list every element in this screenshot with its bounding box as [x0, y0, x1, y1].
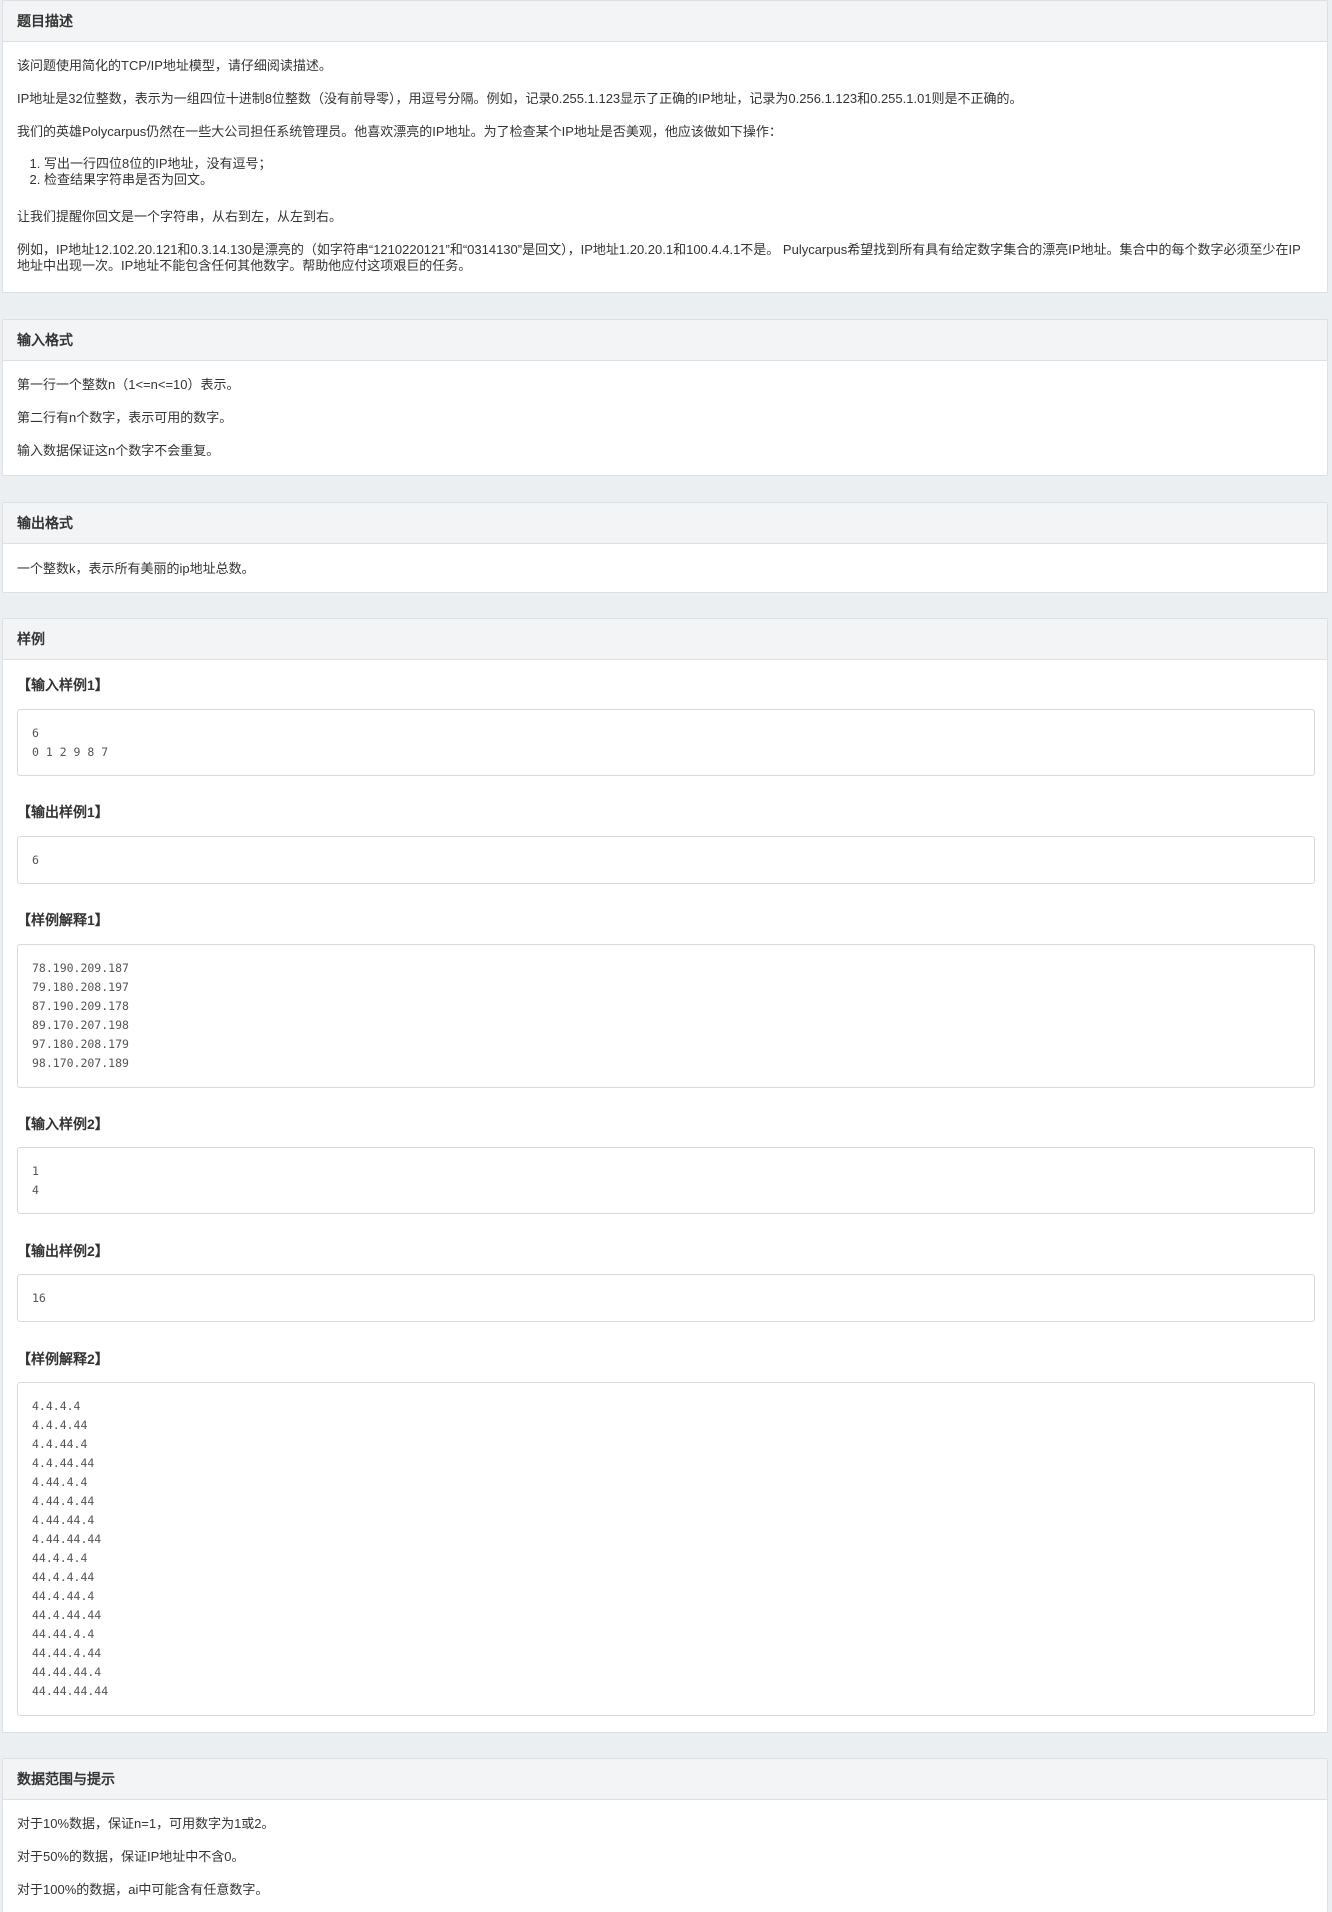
sample-output-1-title: 【输出样例1】 — [17, 804, 109, 820]
code-line: 6 — [32, 853, 39, 867]
code-line: 4.44.4.4 — [32, 1475, 88, 1489]
description-paragraph-5: 例如，IP地址12.102.20.121和0.3.14.130是漂亮的（如字符串… — [17, 242, 1301, 273]
code-line: 44.44.4.44 — [32, 1646, 102, 1660]
code-line: 4.4.4.4 — [32, 1399, 81, 1413]
sample-explain-2-title: 【样例解释2】 — [17, 1351, 109, 1367]
sample-output-2-title: 【输出样例2】 — [17, 1243, 109, 1259]
hints-panel: 数据范围与提示 对于10%数据，保证n=1，可用数字为1或2。 对于50%的数据… — [2, 1758, 1328, 1912]
code-line: 4.44.4.44 — [32, 1494, 95, 1508]
hint-line-2: 对于50%的数据，保证IP地址中不含0。 — [17, 1849, 245, 1864]
samples-panel: 样例 【输入样例1】 6 0 1 2 9 8 7 【输出样例1】 6 【样例解释… — [2, 618, 1328, 1733]
panel-heading-output-format: 输出格式 — [3, 503, 1327, 544]
steps-list: 写出一行四位8位的IP地址，没有逗号； 检查结果字符串是否为回文。 — [30, 156, 272, 188]
code-line: 79.180.208.197 — [32, 980, 129, 994]
description-paragraph-4: 让我们提醒你回文是一个字符串，从右到左，从左到右。 — [17, 209, 343, 224]
code-line: 16 — [32, 1291, 46, 1305]
code-line: 44.44.44.4 — [32, 1665, 102, 1679]
step-item: 检查结果字符串是否为回文。 — [44, 172, 272, 188]
output-format-panel: 输出格式 一个整数k，表示所有美丽的ip地址总数。 — [2, 502, 1328, 593]
description-paragraph-3: 我们的英雄Polycarpus仍然在一些大公司担任系统管理员。他喜欢漂亮的IP地… — [17, 124, 782, 139]
sample-explain-1-title: 【样例解释1】 — [17, 912, 109, 928]
code-line: 4.4.4.44 — [32, 1418, 88, 1432]
code-line: 44.44.44.44 — [32, 1684, 109, 1698]
code-line: 44.4.44.44 — [32, 1608, 102, 1622]
sample-input-1-title: 【输入样例1】 — [17, 677, 109, 693]
code-line: 89.170.207.198 — [32, 1018, 129, 1032]
output-format-text: 一个整数k，表示所有美丽的ip地址总数。 — [17, 561, 255, 576]
code-line: 44.4.44.4 — [32, 1589, 95, 1603]
input-format-panel: 输入格式 第一行一个整数n（1<=n<=10）表示。 第二行有n个数字，表示可用… — [2, 319, 1328, 476]
sample-explain-1-box: 78.190.209.187 79.180.208.197 87.190.209… — [17, 944, 1315, 1088]
code-line: 0 1 2 9 8 7 — [32, 745, 109, 759]
panel-heading-input-format: 输入格式 — [3, 320, 1327, 361]
code-line: 4 — [32, 1183, 39, 1197]
sample-output-2-box: 16 — [17, 1274, 1315, 1322]
step-item: 写出一行四位8位的IP地址，没有逗号； — [44, 156, 272, 172]
sample-input-2-box: 1 4 — [17, 1147, 1315, 1214]
sample-output-1-box: 6 — [17, 836, 1315, 884]
sample-input-2-title: 【输入样例2】 — [17, 1116, 109, 1132]
code-line: 87.190.209.178 — [32, 999, 129, 1013]
code-line: 4.44.44.44 — [32, 1532, 102, 1546]
panel-heading-hints: 数据范围与提示 — [3, 1759, 1327, 1800]
code-line: 97.180.208.179 — [32, 1037, 129, 1051]
code-line: 6 — [32, 726, 39, 740]
code-line: 44.4.4.4 — [32, 1551, 88, 1565]
sample-explain-2-box: 4.4.4.4 4.4.4.44 4.4.44.4 4.4.44.44 4.44… — [17, 1382, 1315, 1716]
code-line: 78.190.209.187 — [32, 961, 129, 975]
code-line: 44.4.4.44 — [32, 1570, 95, 1584]
code-line: 98.170.207.189 — [32, 1056, 129, 1070]
code-line: 4.44.44.4 — [32, 1513, 95, 1527]
input-format-line-3: 输入数据保证这n个数字不会重复。 — [17, 443, 220, 458]
hint-line-3: 对于100%的数据，ai中可能含有任意数字。 — [17, 1882, 269, 1897]
input-format-line-1: 第一行一个整数n（1<=n<=10）表示。 — [17, 377, 240, 392]
code-line: 1 — [32, 1164, 39, 1178]
hint-line-1: 对于10%数据，保证n=1，可用数字为1或2。 — [17, 1816, 275, 1831]
panel-heading-description: 题目描述 — [3, 1, 1327, 42]
problem-description-panel: 题目描述 该问题使用简化的TCP/IP地址模型，请仔细阅读描述。 IP地址是32… — [2, 0, 1328, 293]
code-line: 44.44.4.4 — [32, 1627, 95, 1641]
panel-heading-samples: 样例 — [3, 619, 1327, 660]
sample-input-1-box: 6 0 1 2 9 8 7 — [17, 709, 1315, 776]
code-line: 4.4.44.44 — [32, 1456, 95, 1470]
code-line: 4.4.44.4 — [32, 1437, 88, 1451]
description-paragraph-1: 该问题使用简化的TCP/IP地址模型，请仔细阅读描述。 — [17, 58, 332, 73]
description-paragraph-2: IP地址是32位整数，表示为一组四位十进制8位整数（没有前导零），用逗号分隔。例… — [17, 91, 1023, 106]
input-format-line-2: 第二行有n个数字，表示可用的数字。 — [17, 410, 233, 425]
